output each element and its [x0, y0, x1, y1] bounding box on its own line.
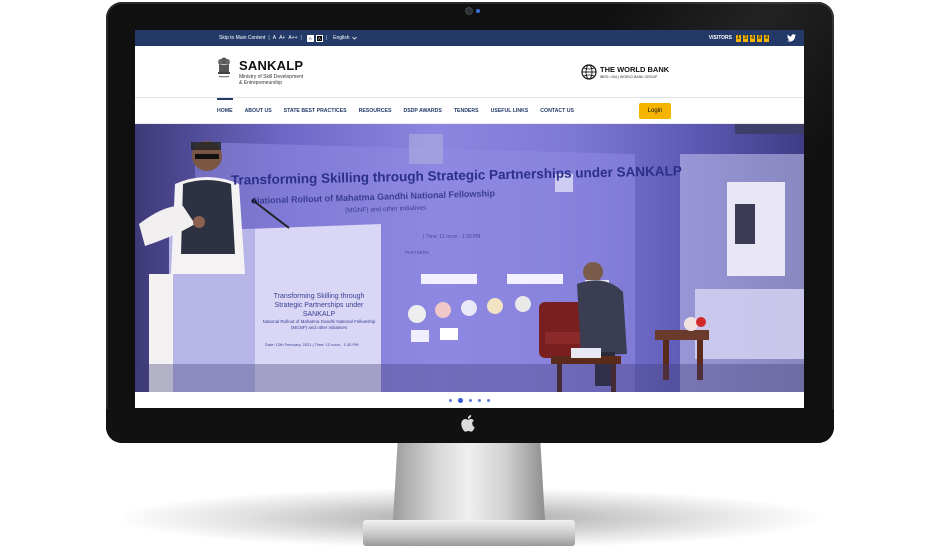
- nav-item-useful-links[interactable]: USEFUL LINKS: [491, 98, 529, 124]
- twitter-icon[interactable]: [787, 34, 796, 42]
- nav-item-dsdp-awards[interactable]: DSDP AWARDS: [403, 98, 441, 124]
- carousel-dot-4[interactable]: [478, 398, 481, 402]
- monitor-mockup: Skip to Main Content | A A+ A++ | A A | …: [0, 0, 938, 554]
- separator: |: [268, 35, 270, 41]
- language-label: English: [333, 35, 350, 41]
- podium-banner-title: Transforming Skilling through Strategic …: [273, 293, 365, 318]
- carousel-dot-2-active[interactable]: [458, 397, 463, 403]
- chevron-down-icon: [351, 36, 357, 40]
- monitor-stand-base: [363, 520, 575, 546]
- site-title[interactable]: SANKALP: [239, 58, 303, 73]
- skip-to-content-link[interactable]: Skip to Main Content: [219, 35, 265, 41]
- carousel-dot-3[interactable]: [469, 398, 472, 402]
- main-navigation: HOME ABOUT US STATE BEST PRACTICES RESOU…: [135, 97, 804, 124]
- nav-item-home[interactable]: HOME: [217, 97, 233, 124]
- podium-banner-date: Date: 12th February, 2021 | Time: 12 noo…: [265, 342, 359, 347]
- visitor-digit: 8: [757, 34, 762, 42]
- apple-logo-icon: [461, 415, 475, 432]
- world-bank-subtitle: IBRD • IDA | WORLD BANK GROUP: [600, 75, 658, 79]
- visitor-digit: 4: [764, 34, 769, 42]
- camera-led-icon: [476, 9, 480, 13]
- visitors-label: VISITORS: [708, 35, 732, 41]
- visitor-digit: 3: [743, 34, 748, 42]
- world-bank-globe-icon[interactable]: [581, 64, 597, 80]
- banner-time: | Time: 12 noon - 1:30 PM: [423, 234, 481, 240]
- visitor-counter: VISITORS 1 3 4 8 4: [708, 34, 769, 42]
- font-size-small-button[interactable]: A: [273, 35, 276, 41]
- separator: |: [325, 35, 328, 41]
- accessibility-bar: Skip to Main Content | A A+ A++ | A A | …: [135, 30, 804, 46]
- hero-carousel-slide[interactable]: Transforming Skilling through Strategic …: [135, 124, 804, 392]
- nav-item-tenders[interactable]: TENDERS: [454, 98, 479, 124]
- camera-icon: [466, 8, 472, 14]
- nav-item-contact-us[interactable]: CONTACT US: [540, 98, 574, 124]
- login-button[interactable]: Login: [639, 103, 671, 119]
- separator: |: [300, 35, 302, 41]
- font-size-large-button[interactable]: A++: [288, 35, 297, 41]
- site-header: SANKALP Ministry of Skill Development & …: [135, 46, 804, 98]
- national-emblem-icon: [218, 57, 230, 78]
- browser-screen: Skip to Main Content | A A+ A++ | A A | …: [135, 30, 804, 408]
- visitor-digit: 4: [750, 34, 755, 42]
- font-size-medium-button[interactable]: A+: [279, 35, 285, 41]
- ministry-subtitle-line2: & Entrepreneurship: [239, 80, 283, 86]
- event-photo-illustration: [135, 124, 804, 392]
- world-bank-title[interactable]: THE WORLD BANK: [600, 65, 669, 74]
- contrast-light-button[interactable]: A: [306, 34, 314, 42]
- visitor-digit: 1: [736, 34, 741, 42]
- ministry-subtitle: Ministry of Skill Development & Entrepre…: [239, 74, 329, 86]
- language-select[interactable]: English: [333, 35, 357, 41]
- carousel-dot-5[interactable]: [487, 398, 490, 402]
- nav-item-state-best-practices[interactable]: STATE BEST PRACTICES: [284, 98, 347, 124]
- banner-partners-heading: PARTNERS: [405, 250, 430, 255]
- monitor-stand-neck: [393, 443, 545, 521]
- carousel-pagination: [135, 392, 804, 408]
- nav-item-about-us[interactable]: ABOUT US: [245, 98, 272, 124]
- carousel-dot-1[interactable]: [449, 398, 452, 402]
- contrast-dark-button[interactable]: A: [315, 34, 323, 42]
- nav-item-resources[interactable]: RESOURCES: [359, 98, 392, 124]
- podium-banner-subtitle: National Rollout of Mahatma Gandhi Natio…: [262, 319, 376, 330]
